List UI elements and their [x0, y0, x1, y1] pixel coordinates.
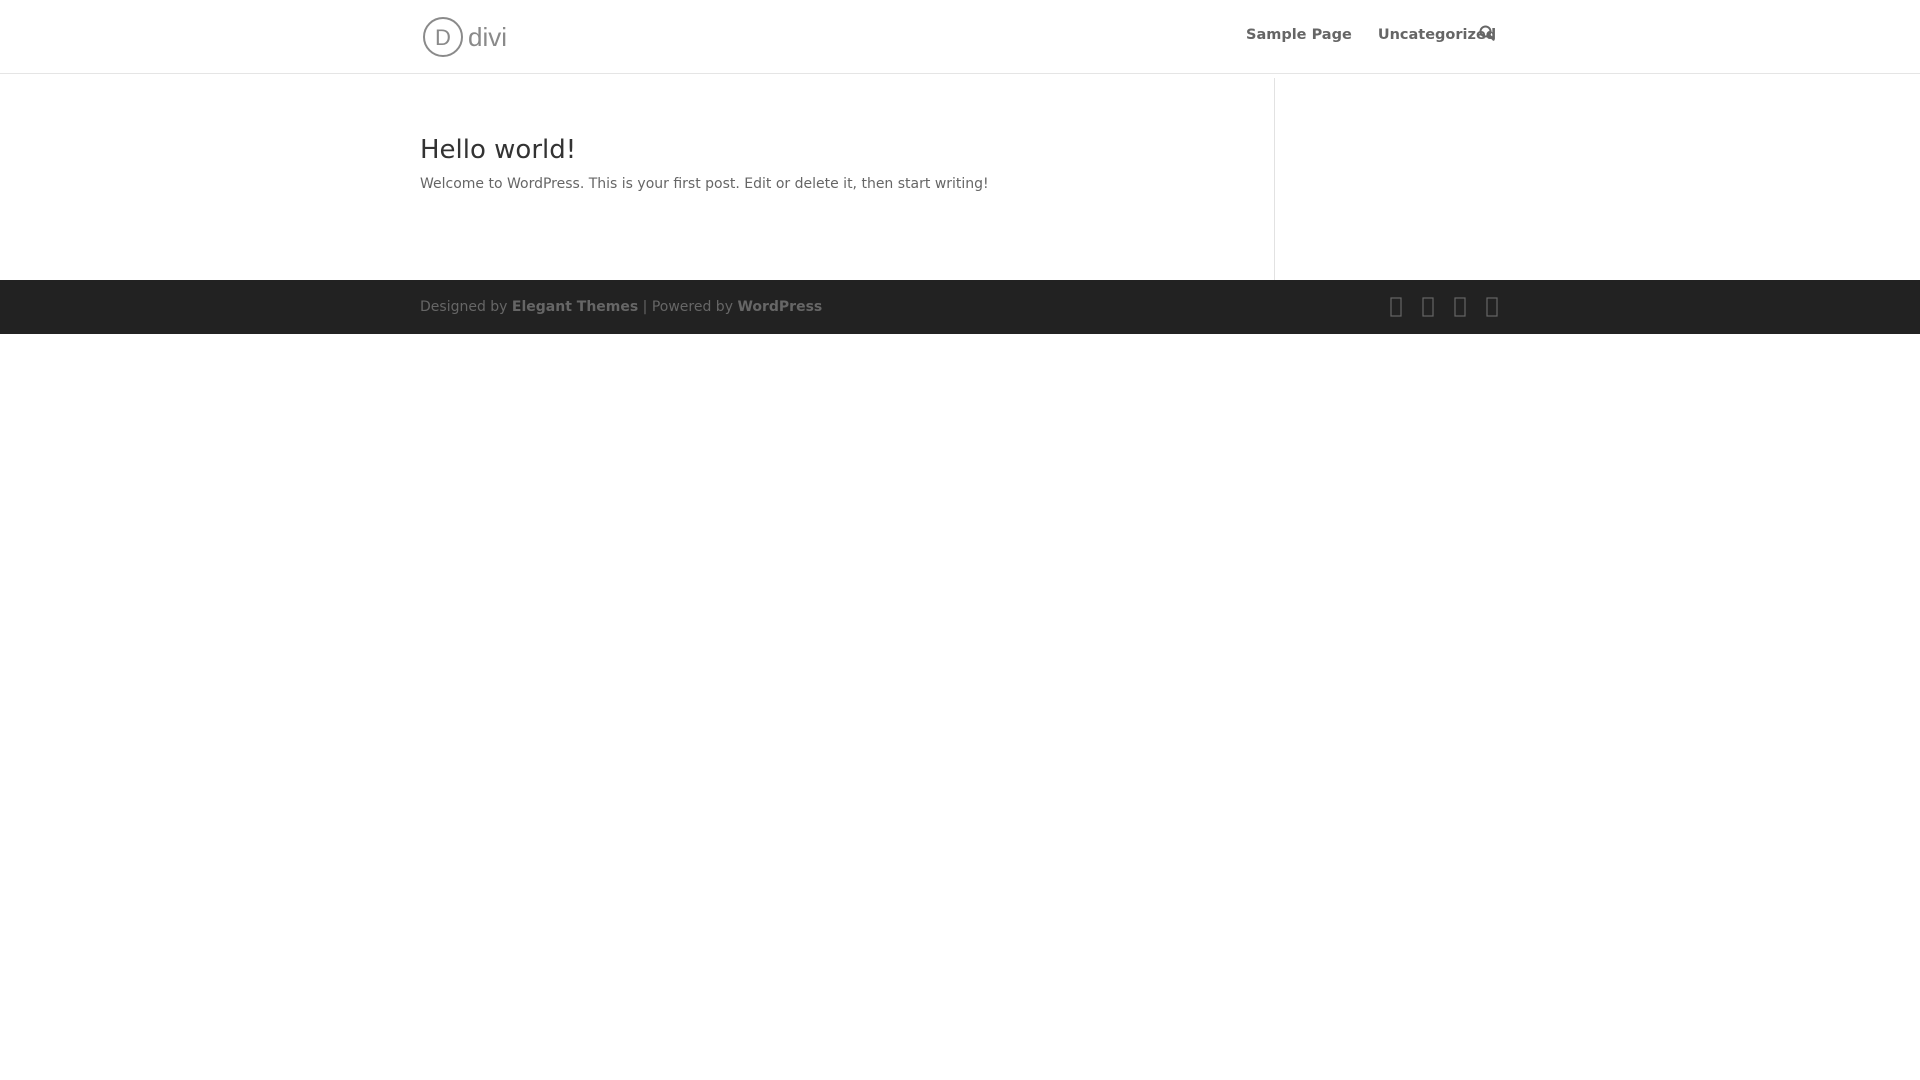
nav-item-sample-page[interactable]: Sample Page — [1246, 27, 1352, 43]
footer-credits: Designed by Elegant Themes | Powered by … — [420, 296, 822, 318]
facebook-icon[interactable] — [1390, 297, 1402, 317]
designed-by-label: Designed by — [420, 299, 512, 315]
site-footer: Designed by Elegant Themes | Powered by … — [0, 280, 1920, 334]
post: Hello world! Welcome to WordPress. This … — [420, 132, 1240, 196]
sidebar-divider — [1274, 78, 1275, 280]
powered-by-label: | Powered by — [638, 299, 738, 315]
elegant-themes-link[interactable]: Elegant Themes — [512, 299, 638, 315]
logo-text: divi — [468, 22, 507, 52]
rss-icon[interactable] — [1486, 297, 1498, 317]
google-plus-icon[interactable] — [1454, 297, 1466, 317]
site-header: D divi Sample Page Uncategorized — [0, 0, 1920, 73]
site-logo[interactable]: D divi — [422, 15, 512, 59]
logo-mark: D — [435, 25, 451, 50]
post-excerpt: Welcome to WordPress. This is your first… — [420, 176, 989, 192]
twitter-icon[interactable] — [1422, 297, 1434, 317]
search-icon[interactable] — [1479, 25, 1495, 43]
wordpress-link[interactable]: WordPress — [737, 299, 822, 315]
social-icons — [1390, 296, 1498, 318]
post-title[interactable]: Hello world! — [420, 132, 1240, 168]
